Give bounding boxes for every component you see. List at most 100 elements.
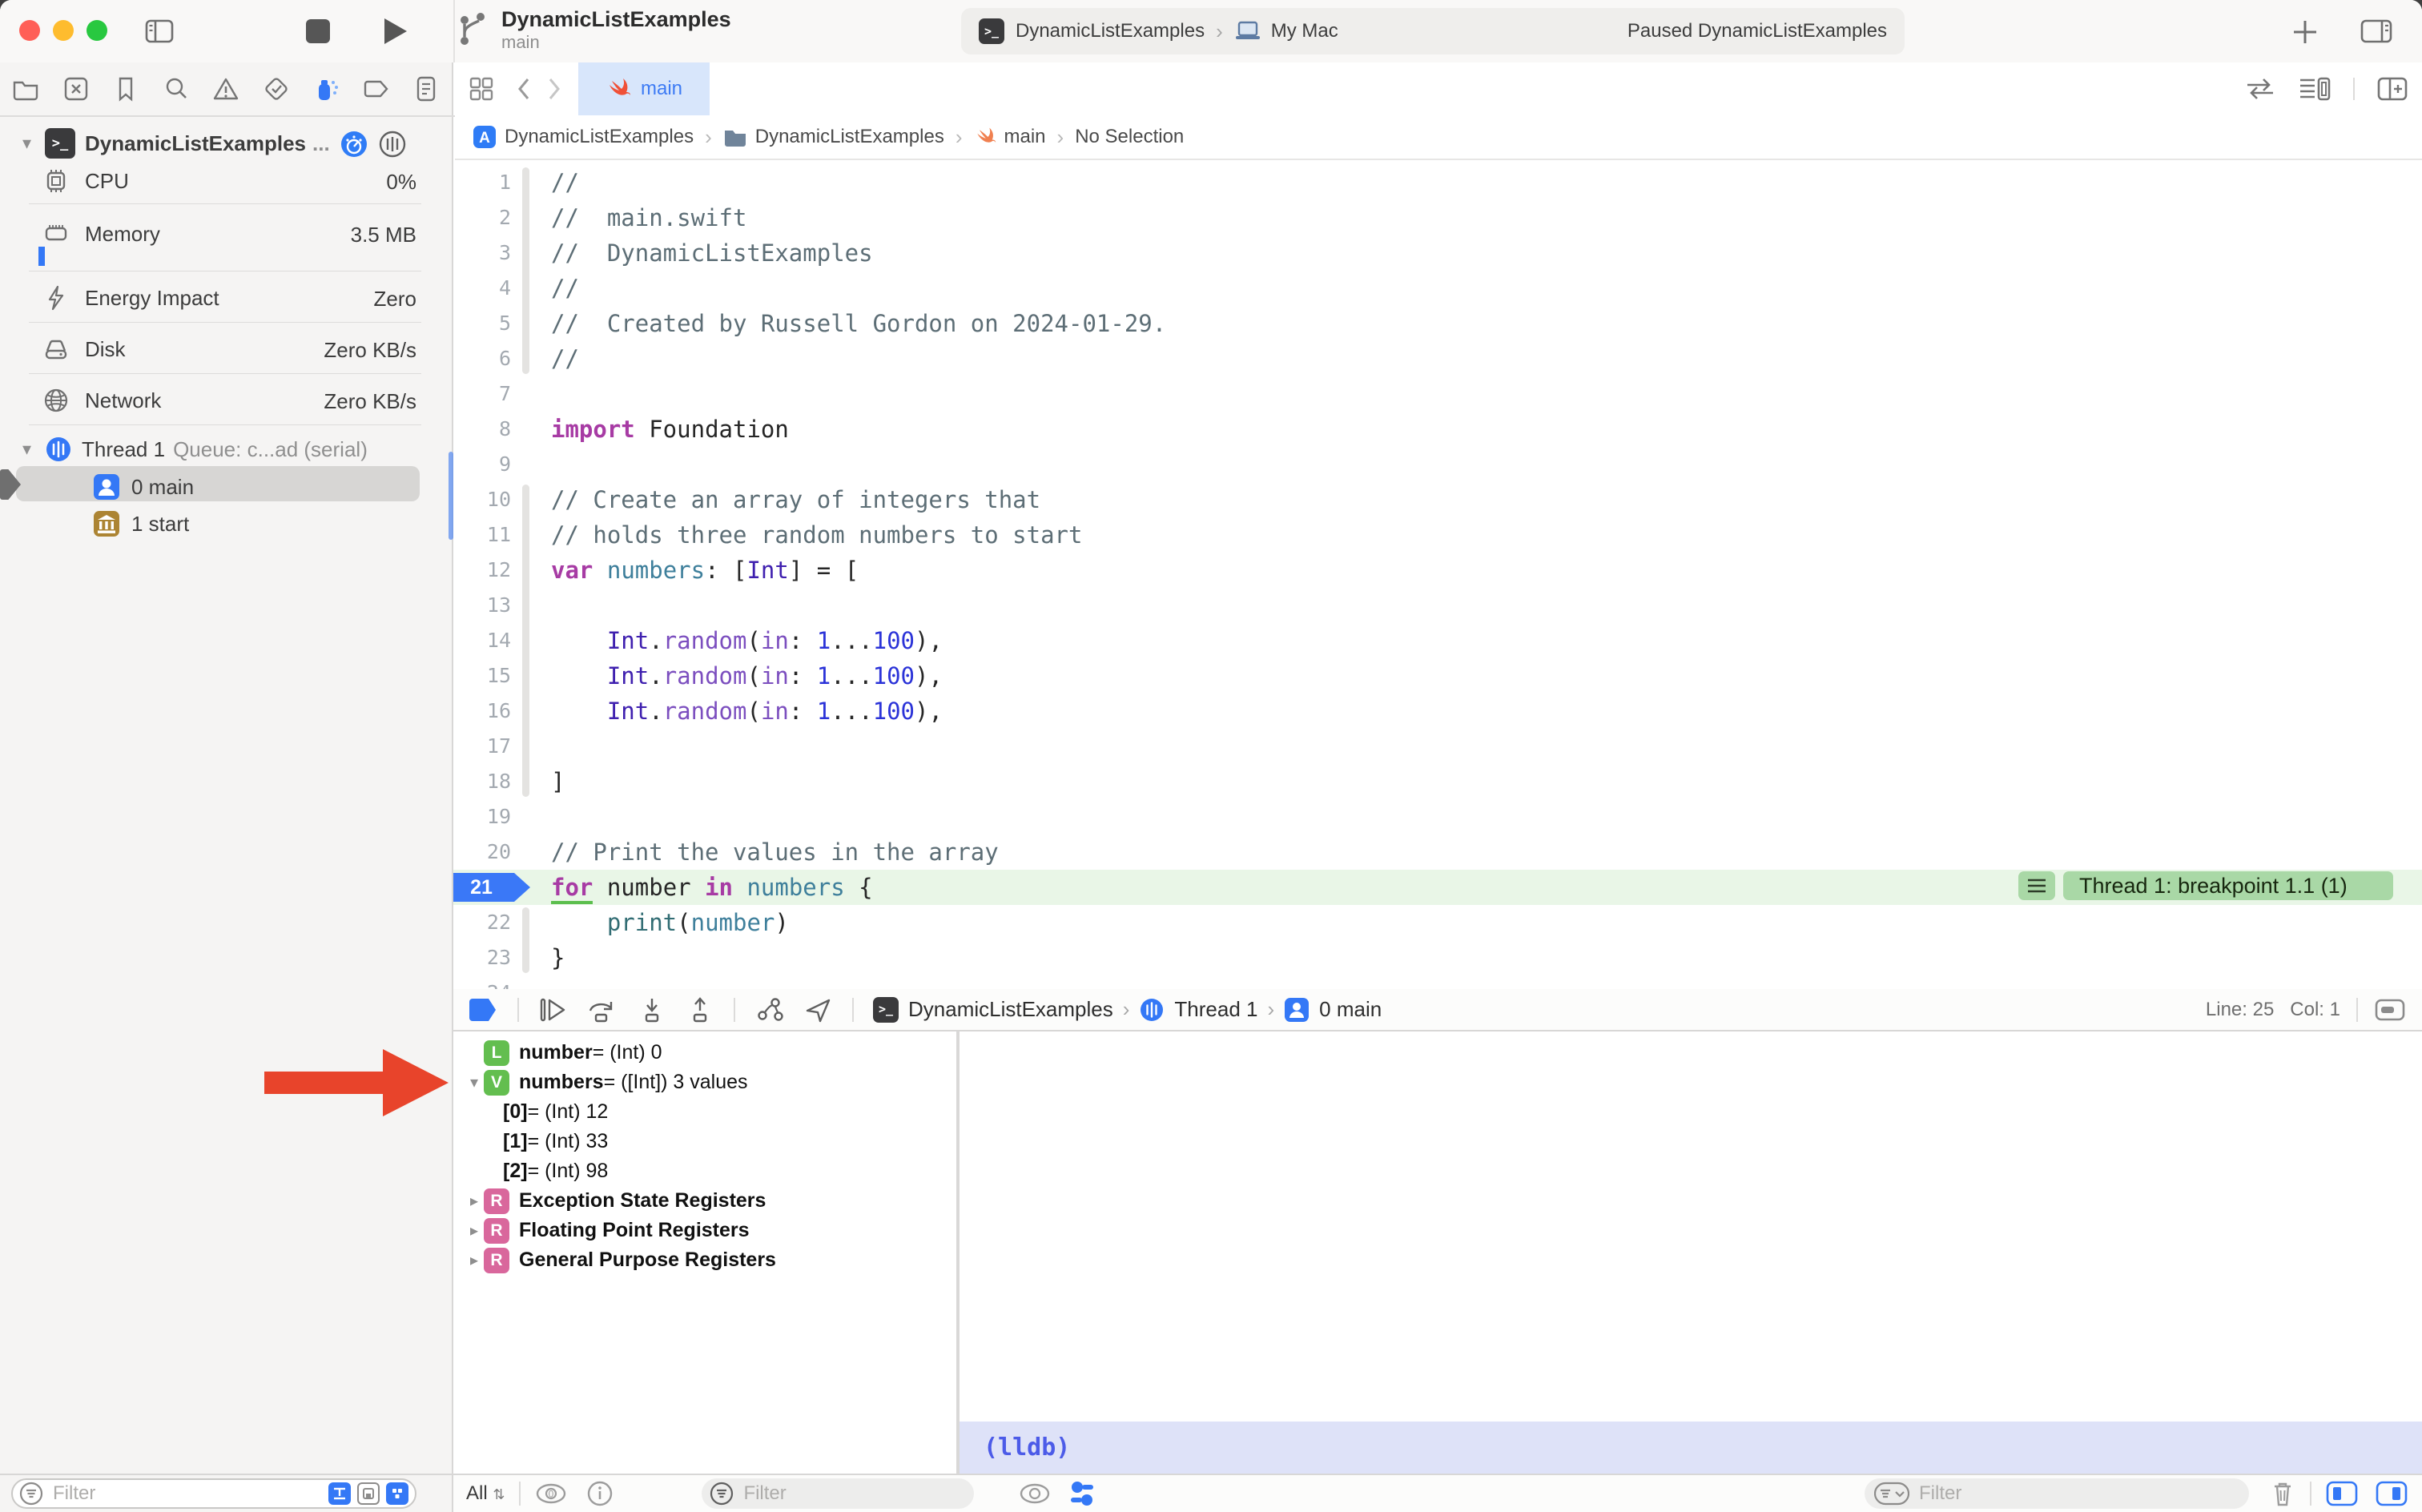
memory-graph-circle-icon[interactable] [378,130,407,159]
code-line-20[interactable]: 20// Print the values in the array [453,834,2422,870]
annotation-menu-icon[interactable] [2018,871,2055,900]
variable-row[interactable]: ▸RFloating Point Registers [453,1216,956,1245]
library-plus-button[interactable] [2289,16,2321,48]
line-number[interactable]: 20 [453,834,521,870]
code-line-19[interactable]: 19 [453,799,2422,834]
crumb-process[interactable]: DynamicListExamples [908,997,1113,1022]
show-variables-pane-icon[interactable] [2326,1481,2358,1506]
back-button-icon[interactable] [514,74,533,103]
thread-row[interactable]: ▾ Thread 1 Queue: c...ad (serial) [22,432,368,466]
related-items-icon[interactable] [466,74,497,104]
line-number[interactable]: 2 [453,200,521,235]
line-number[interactable]: 22 [453,905,521,940]
tests-navigator-icon[interactable] [262,74,291,103]
gauge-network[interactable]: Network [42,383,161,418]
continue-execution-icon[interactable] [538,996,567,1023]
line-number[interactable]: 4 [453,271,521,306]
jumpbar-file[interactable]: main [974,126,1046,148]
line-number[interactable]: 17 [453,729,521,764]
crumb-thread[interactable]: Thread 1 [1174,997,1257,1022]
variable-row[interactable]: ▾Vnumbers = ([Int]) 3 values [453,1068,956,1097]
line-number[interactable]: 15 [453,658,521,694]
filter-threads-icon[interactable] [386,1482,408,1505]
filter-crashed-icon[interactable] [357,1482,380,1505]
line-number[interactable]: 13 [453,588,521,623]
code-line-15[interactable]: 15 Int.random(in: 1...100), [453,658,2422,694]
show-console-pane-icon[interactable] [2376,1481,2408,1506]
lldb-prompt-line[interactable]: (lldb) [958,1422,2422,1474]
variable-row[interactable]: [2] = (Int) 98 [453,1156,956,1186]
simulate-location-icon[interactable] [804,996,833,1023]
code-line-17[interactable]: 17 [453,729,2422,764]
gauge-disk[interactable]: Disk [42,332,126,367]
line-number[interactable]: 7 [453,376,521,412]
jumpbar-group[interactable]: DynamicListExamples [723,126,944,148]
line-number[interactable]: 24 [453,975,521,989]
editor-options-icon[interactable] [2297,74,2332,103]
close-window-button[interactable] [19,20,40,41]
tab-main[interactable]: main [578,62,710,115]
reports-navigator-icon[interactable] [412,74,441,103]
code-line-9[interactable]: 9 [453,447,2422,482]
jumpbar-selection[interactable]: No Selection [1075,126,1184,148]
breakpoints-navigator-icon[interactable] [362,74,391,103]
code-line-6[interactable]: 6// [453,341,2422,376]
gauge-memory[interactable]: Memory [42,216,160,251]
process-row[interactable]: ▾ >_ DynamicListExamples ... [22,128,330,159]
jumpbar-project[interactable]: A DynamicListExamples [473,125,694,149]
stack-frame-start[interactable]: 1 start [93,506,189,541]
filter-debugged-icon[interactable] [328,1482,351,1505]
trash-icon[interactable] [2270,1479,2295,1508]
line-number[interactable]: 6 [453,341,521,376]
line-number[interactable]: 21 [453,870,521,905]
code-line-3[interactable]: 3// DynamicListExamples [453,235,2422,271]
step-out-icon[interactable] [686,996,714,1023]
minimize-window-button[interactable] [53,20,74,41]
code-line-22[interactable]: 22 print(number) [453,905,2422,940]
code-line-2[interactable]: 2// main.swift [453,200,2422,235]
source-control-navigator-icon[interactable] [62,74,91,103]
gauge-info-icon[interactable] [340,130,368,159]
line-number[interactable]: 11 [453,517,521,553]
chevron-down-icon[interactable]: ▾ [465,1072,484,1092]
code-line-4[interactable]: 4// [453,271,2422,306]
step-into-icon[interactable] [638,996,666,1023]
line-number[interactable]: 16 [453,694,521,729]
annotation-label[interactable]: Thread 1: breakpoint 1.1 (1) [2063,871,2393,900]
line-number[interactable]: 12 [453,553,521,588]
step-over-icon[interactable] [586,996,618,1023]
line-number[interactable]: 14 [453,623,521,658]
code-line-18[interactable]: 18] [453,764,2422,799]
find-navigator-icon[interactable] [162,74,191,103]
console-filter-field[interactable]: Filter [1865,1478,2249,1509]
variable-row[interactable]: Lnumber = (Int) 0 [453,1038,956,1068]
code-review-icon[interactable] [2244,75,2276,103]
console-io-toggle-icon[interactable] [1068,1479,1096,1508]
code-line-24[interactable]: 24 [453,975,2422,989]
line-number[interactable]: 8 [453,412,521,447]
line-number[interactable]: 3 [453,235,521,271]
memory-graph-icon[interactable] [754,996,785,1023]
run-destination[interactable]: My Mac [1271,20,1338,42]
info-icon[interactable] [586,1480,614,1507]
debug-navigator-icon[interactable] [312,74,340,103]
code-line-1[interactable]: 1// [453,165,2422,200]
code-line-5[interactable]: 5// Created by Russell Gordon on 2024-01… [453,306,2422,341]
scheme-selector[interactable]: >_ DynamicListExamples › My Mac Paused D… [961,8,1905,54]
stack-frame-main[interactable]: 0 main [93,469,194,505]
scheme-name[interactable]: DynamicListExamples [1016,20,1205,42]
variable-row[interactable]: [1] = (Int) 33 [453,1127,956,1156]
scope-selector[interactable]: All ⇅ [466,1482,505,1505]
debug-pane-divider[interactable] [958,1031,960,1512]
line-number[interactable]: 1 [453,165,521,200]
stop-button[interactable] [304,18,332,45]
code-line-13[interactable]: 13 [453,588,2422,623]
toggle-inspector-icon[interactable] [2358,14,2395,48]
code-line-11[interactable]: 11// holds three random numbers to start [453,517,2422,553]
gauge-cpu[interactable]: CPU [42,163,129,199]
code-line-10[interactable]: 10// Create an array of integers that [453,482,2422,517]
project-navigator-icon[interactable] [11,74,40,103]
line-number[interactable]: 10 [453,482,521,517]
line-number[interactable]: 19 [453,799,521,834]
line-number[interactable]: 9 [453,447,521,482]
